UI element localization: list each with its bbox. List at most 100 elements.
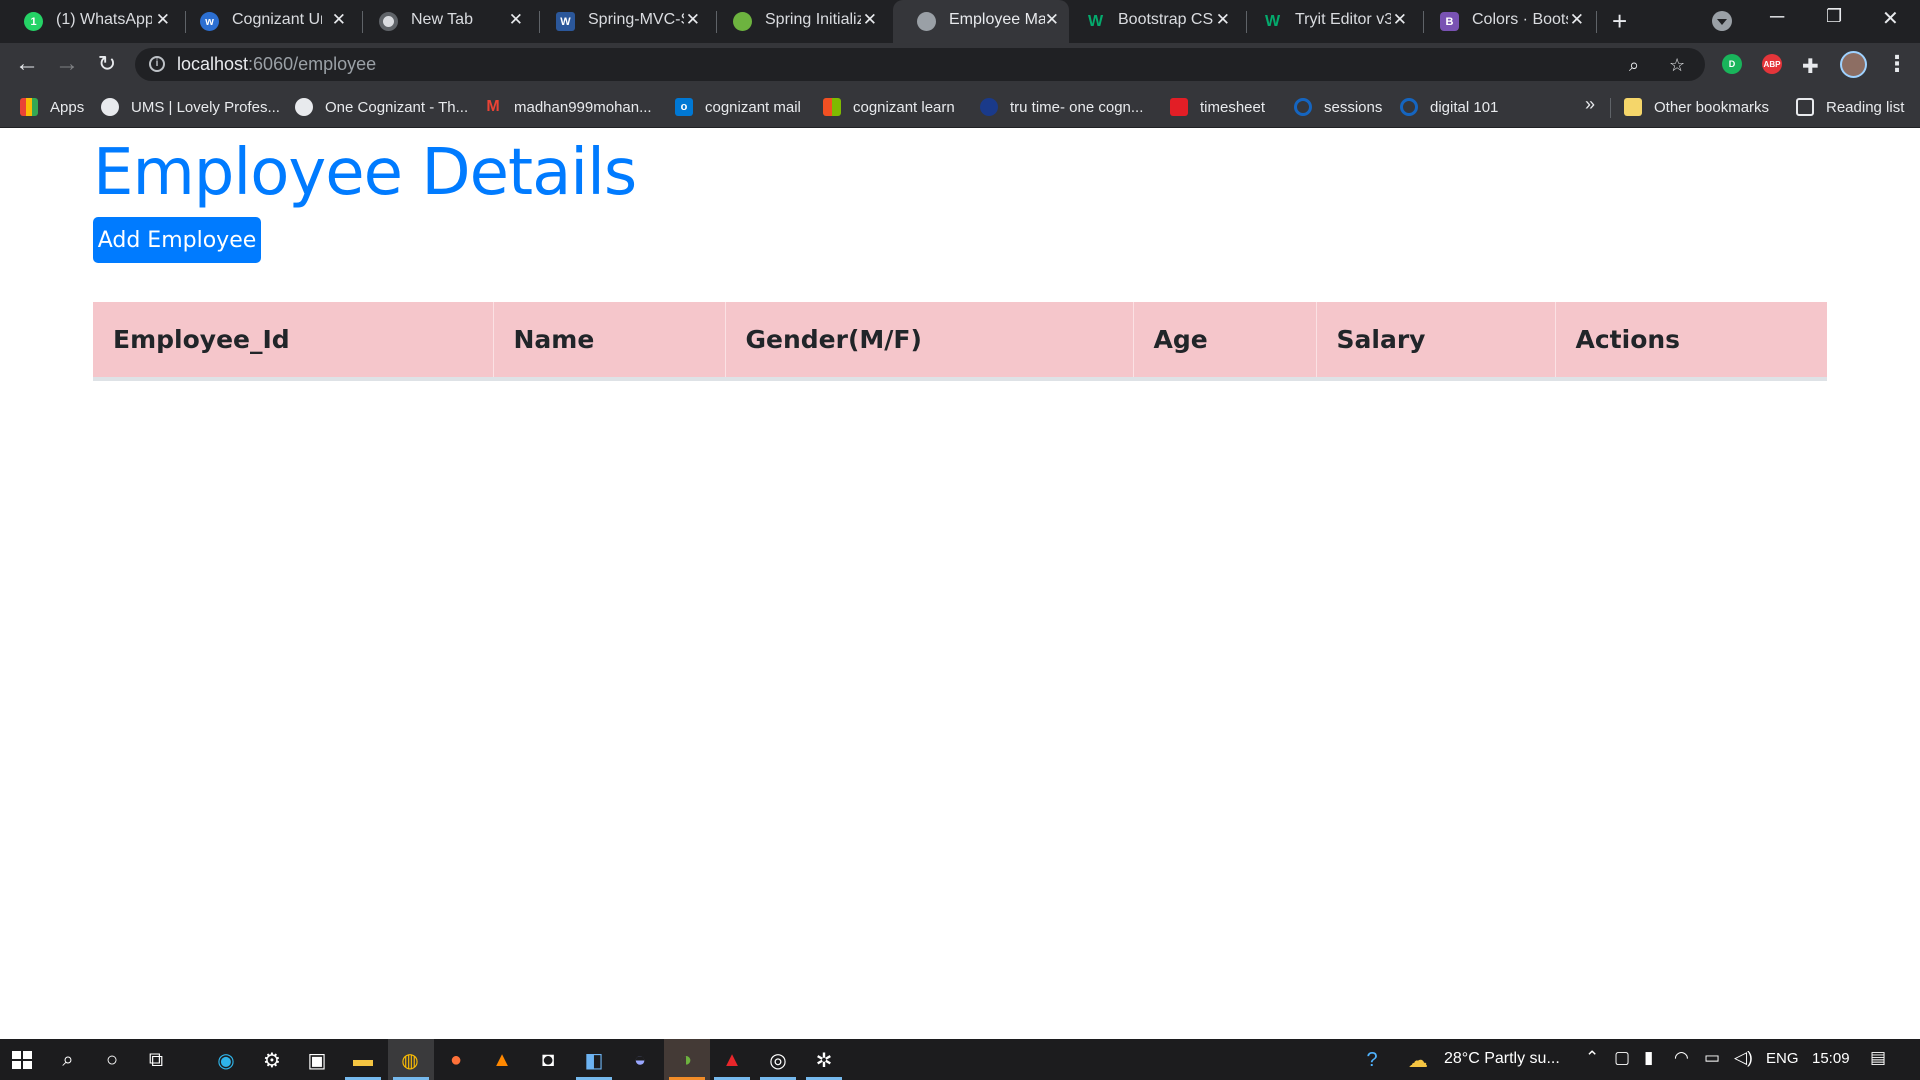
settings-gear-icon[interactable]: ⚙ bbox=[258, 1046, 286, 1074]
weather-text[interactable]: 28°C Partly su... bbox=[1444, 1050, 1560, 1068]
close-icon[interactable]: ✕ bbox=[686, 10, 700, 30]
bookmark-sessions[interactable]: sessions bbox=[1294, 97, 1382, 117]
language-indicator[interactable]: ENG bbox=[1766, 1050, 1799, 1067]
vlc-icon[interactable]: ▲ bbox=[488, 1046, 516, 1074]
tab-title: (1) WhatsApp bbox=[56, 11, 152, 28]
employee-table: Employee_Id Name Gender(M/F) Age Salary … bbox=[93, 302, 1827, 381]
sts-ide-icon[interactable]: ◧ bbox=[580, 1046, 608, 1074]
bookmark-timesheet[interactable]: timesheet bbox=[1170, 97, 1265, 117]
profile-avatar[interactable] bbox=[1840, 51, 1867, 78]
add-employee-button[interactable]: Add Employee bbox=[93, 217, 261, 263]
browser-tab-strip: 1 (1) WhatsApp ✕ w Cognizant Uni ✕ New T… bbox=[0, 0, 1920, 43]
zoom-icon[interactable]: ⌕ bbox=[1629, 55, 1639, 76]
new-tab-button[interactable]: + bbox=[1612, 6, 1627, 37]
forward-icon[interactable]: → bbox=[52, 49, 82, 79]
tab-whatsapp[interactable]: 1 (1) WhatsApp ✕ bbox=[0, 0, 180, 43]
tray-chevron-up-icon[interactable]: ⌃ bbox=[1585, 1048, 1599, 1068]
notification-icon[interactable]: ▤ bbox=[1870, 1048, 1886, 1068]
page-title: Employee Details bbox=[93, 136, 637, 210]
menu-kebab-icon[interactable]: ⋮ bbox=[1886, 51, 1908, 77]
trutime-icon bbox=[980, 98, 998, 116]
bookmark-star-icon[interactable]: ☆ bbox=[1669, 55, 1685, 76]
cortana-icon[interactable]: ○ bbox=[98, 1046, 126, 1074]
tab-new-tab[interactable]: New Tab ✕ bbox=[355, 0, 533, 43]
close-icon[interactable]: ✕ bbox=[1045, 10, 1059, 30]
bookmark-ums[interactable]: UMS | Lovely Profes... bbox=[101, 97, 280, 117]
reading-list[interactable]: Reading list bbox=[1796, 97, 1904, 117]
store-icon[interactable]: ▣ bbox=[303, 1046, 331, 1074]
media-player-icon[interactable]: ◎ bbox=[764, 1046, 792, 1074]
chrome-icon[interactable]: ◍ bbox=[396, 1046, 424, 1074]
close-icon[interactable]: ✕ bbox=[1393, 10, 1407, 30]
help-icon[interactable]: ? bbox=[1358, 1046, 1386, 1074]
close-icon[interactable]: ✕ bbox=[1570, 10, 1584, 30]
spring-tool-icon[interactable]: ◑ bbox=[672, 1046, 700, 1074]
bookmark-digital-101[interactable]: digital 101 bbox=[1400, 97, 1498, 117]
tab-bootstrap-css[interactable]: W Bootstrap CSS ✕ bbox=[1062, 0, 1240, 43]
address-bar[interactable]: i localhost:6060/employee ⌕ ☆ bbox=[135, 48, 1705, 81]
back-icon[interactable]: ← bbox=[12, 49, 42, 79]
eclipse-icon[interactable]: ◒ bbox=[626, 1046, 654, 1074]
tab-search-icon[interactable] bbox=[1712, 11, 1732, 31]
extension-d-icon[interactable]: D bbox=[1722, 54, 1742, 74]
virtualbox-icon[interactable]: ✲ bbox=[810, 1046, 838, 1074]
tab-bootstrap-colors[interactable]: B Colors · Boots ✕ bbox=[1416, 0, 1594, 43]
battery-icon[interactable]: ▭ bbox=[1704, 1048, 1720, 1068]
adblock-icon[interactable]: ABP bbox=[1762, 54, 1782, 74]
close-icon[interactable]: ✕ bbox=[332, 10, 346, 30]
folder-icon bbox=[1624, 98, 1642, 116]
reload-icon[interactable]: ↻ bbox=[92, 49, 122, 79]
tab-title: Cognizant Uni bbox=[232, 11, 322, 28]
file-explorer-icon[interactable]: ▬ bbox=[349, 1046, 377, 1074]
bookmark-label: cognizant learn bbox=[853, 98, 955, 116]
acrobat-icon[interactable]: ▲ bbox=[718, 1046, 746, 1074]
microphone-icon[interactable]: ▮ bbox=[1644, 1048, 1653, 1068]
task-view-icon[interactable]: ⧉ bbox=[142, 1046, 170, 1074]
bookmark-cognizant-mail[interactable]: o cognizant mail bbox=[675, 97, 801, 117]
column-header-age: Age bbox=[1133, 302, 1317, 381]
bookmarks-bar: Apps UMS | Lovely Profes... One Cognizan… bbox=[0, 86, 1920, 128]
apps-grid-icon bbox=[20, 98, 38, 116]
close-icon[interactable]: ✕ bbox=[509, 10, 523, 30]
tab-cognizant[interactable]: w Cognizant Uni ✕ bbox=[176, 0, 356, 43]
close-icon[interactable]: ✕ bbox=[1216, 10, 1230, 30]
tab-tryit-editor[interactable]: W Tryit Editor v3 ✕ bbox=[1239, 0, 1417, 43]
other-bookmarks[interactable]: Other bookmarks bbox=[1624, 97, 1769, 117]
windows-start-icon[interactable] bbox=[12, 1051, 32, 1069]
w3schools-icon: W bbox=[1087, 12, 1104, 30]
oracle-icon bbox=[1170, 98, 1188, 116]
volume-icon[interactable]: ◁) bbox=[1734, 1048, 1753, 1068]
search-icon[interactable]: ⌕ bbox=[54, 1046, 82, 1074]
c-icon bbox=[1400, 98, 1418, 116]
close-icon[interactable]: ✕ bbox=[863, 10, 877, 30]
minimize-icon[interactable]: ─ bbox=[1770, 6, 1784, 29]
tab-spring-initializr[interactable]: Spring Initializ ✕ bbox=[709, 0, 887, 43]
spring-icon bbox=[733, 12, 752, 31]
c-icon bbox=[1294, 98, 1312, 116]
edge-icon[interactable]: ◉ bbox=[212, 1046, 240, 1074]
clock-time[interactable]: 15:09 bbox=[1812, 1050, 1850, 1067]
meet-now-icon[interactable]: ▢ bbox=[1614, 1048, 1630, 1068]
more-bookmarks-chevron-icon[interactable]: » bbox=[1585, 94, 1595, 115]
bookmark-apps[interactable]: Apps bbox=[20, 97, 84, 117]
bookmark-cognizant-learn[interactable]: cognizant learn bbox=[823, 97, 955, 117]
firefox-icon[interactable]: ● bbox=[442, 1046, 470, 1074]
tab-spring-mvc[interactable]: W Spring-MVC-S ✕ bbox=[532, 0, 710, 43]
bookmark-gmail[interactable]: M madhan999mohan... bbox=[484, 97, 651, 117]
bookmark-tru-time[interactable]: tru time- one cogn... bbox=[980, 97, 1143, 117]
tab-employee-management[interactable]: Employee Mar ✕ bbox=[893, 0, 1069, 43]
wifi-icon[interactable]: ◠ bbox=[1674, 1048, 1689, 1068]
bookmark-label: One Cognizant - Th... bbox=[325, 98, 469, 116]
bookmark-one-cognizant[interactable]: One Cognizant - Th... bbox=[295, 97, 468, 117]
extensions-puzzle-icon[interactable]: ✚ bbox=[1802, 54, 1819, 79]
url-host: localhost bbox=[177, 54, 249, 74]
site-info-icon[interactable]: i bbox=[149, 56, 165, 72]
weather-icon[interactable]: ☁ bbox=[1404, 1046, 1432, 1074]
restore-icon[interactable]: ❐ bbox=[1826, 6, 1842, 27]
w3schools-icon: W bbox=[1264, 12, 1281, 30]
tab-title: Spring-MVC-S bbox=[588, 11, 684, 28]
close-icon[interactable]: ✕ bbox=[156, 10, 170, 30]
window-close-icon[interactable]: ✕ bbox=[1882, 6, 1899, 31]
url-text[interactable]: localhost:6060/employee bbox=[177, 54, 376, 75]
camera-icon[interactable]: ◘ bbox=[534, 1046, 562, 1074]
